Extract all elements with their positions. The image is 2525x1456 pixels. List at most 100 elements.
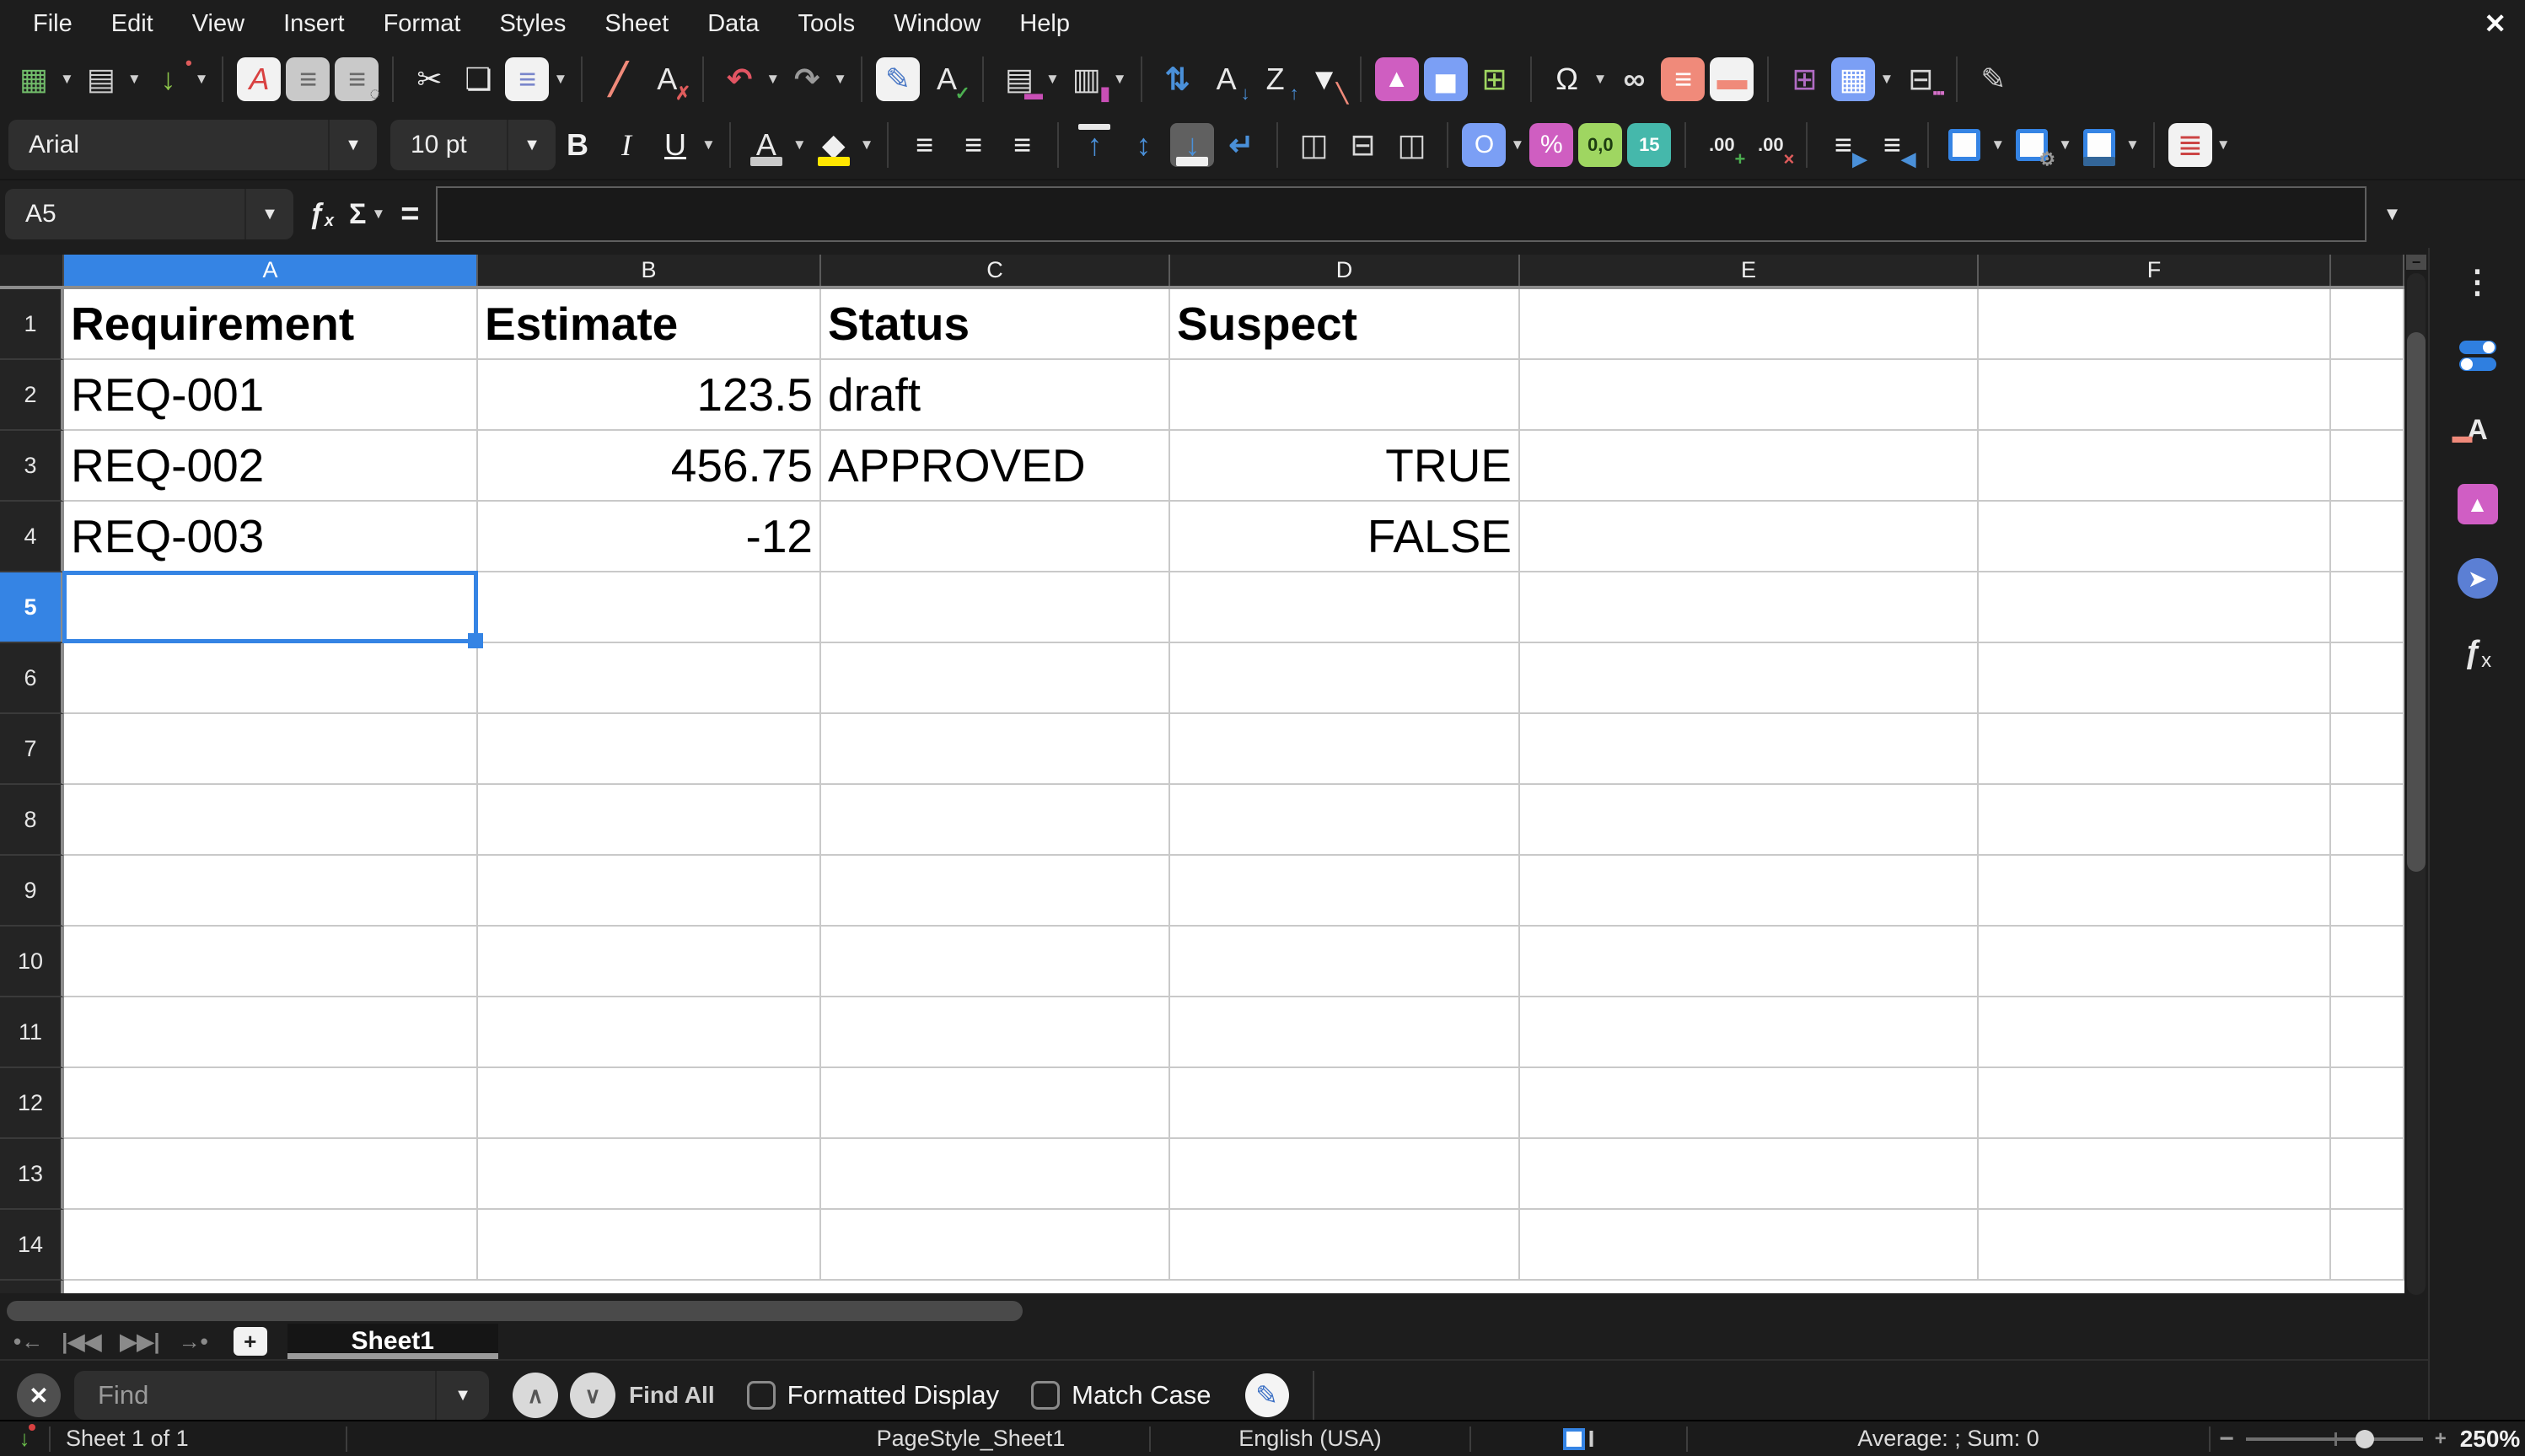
italic-icon[interactable]: I (604, 123, 648, 167)
language-status[interactable]: English (USA) (1238, 1426, 1382, 1452)
cell-D11[interactable] (1170, 997, 1520, 1068)
underline-dropdown-icon[interactable]: ▼ (701, 137, 716, 153)
cell-E11[interactable] (1520, 997, 1979, 1068)
cell-E1[interactable] (1520, 289, 1979, 360)
cell-B5[interactable] (478, 572, 821, 643)
find-option-formatted-display[interactable]: Formatted Display (747, 1380, 1000, 1410)
underline-icon[interactable]: U (653, 123, 697, 167)
cell-F1[interactable] (1979, 289, 2331, 360)
cell-F11[interactable] (1979, 997, 2331, 1068)
cell-C10[interactable] (821, 927, 1170, 997)
select-all-corner[interactable] (0, 255, 64, 286)
column-header-f[interactable]: F (1979, 255, 2331, 286)
menu-format[interactable]: Format (364, 0, 481, 47)
clone-formatting-icon[interactable]: ╱ (596, 57, 640, 101)
font-name-dropdown-icon[interactable]: ▼ (330, 136, 377, 155)
highlighting-color-icon[interactable]: ◆ (812, 123, 856, 167)
last-sheet-icon[interactable]: →• (174, 1329, 213, 1355)
cell-B2[interactable]: 123.5 (478, 360, 821, 431)
cell-C14[interactable] (821, 1210, 1170, 1281)
copy-icon[interactable]: ❏ (456, 57, 500, 101)
currency-format-icon[interactable]: O (1462, 123, 1506, 167)
find-input[interactable]: Find ▼ (74, 1371, 489, 1420)
cell-D4[interactable]: FALSE (1170, 502, 1520, 572)
align-bottom-icon[interactable]: ↓ (1170, 123, 1214, 167)
name-box-dropdown-icon[interactable]: ▼ (246, 205, 293, 224)
horizontal-scrollbar-thumb[interactable] (7, 1301, 1023, 1321)
cell-E14[interactable] (1520, 1210, 1979, 1281)
row-header-12[interactable]: 12 (0, 1068, 64, 1139)
column-header-b[interactable]: B (478, 255, 821, 286)
spelling-icon[interactable]: A✓ (925, 57, 969, 101)
cell-F12[interactable] (1979, 1068, 2331, 1139)
cell-B4[interactable]: -12 (478, 502, 821, 572)
cell-D3[interactable]: TRUE (1170, 431, 1520, 502)
functions-icon[interactable]: ƒx (2458, 632, 2498, 673)
merge-center-cells-icon[interactable]: ◫ (1292, 123, 1335, 167)
insert-pivot-table-icon[interactable]: ⊞ (1473, 57, 1517, 101)
export-pdf-icon[interactable]: A (237, 57, 281, 101)
center-vertically-icon[interactable]: ↕ (1121, 123, 1165, 167)
cell-A4[interactable]: REQ-003 (64, 502, 478, 572)
cell-F4[interactable] (1979, 502, 2331, 572)
insert-comment-icon[interactable]: ≡ (1661, 57, 1705, 101)
menu-sheet[interactable]: Sheet (585, 0, 688, 47)
cell-C13[interactable] (821, 1139, 1170, 1210)
checkbox-icon[interactable] (1031, 1381, 1060, 1410)
zoom-in-icon[interactable]: + (2435, 1427, 2447, 1451)
cell-E10[interactable] (1520, 927, 1979, 997)
special-character-icon[interactable]: Ω (1545, 57, 1589, 101)
formula-icon[interactable]: = (400, 196, 419, 233)
cell-G4[interactable] (2331, 502, 2404, 572)
vertical-scrollbar-thumb[interactable] (2407, 332, 2426, 872)
row-header-9[interactable]: 9 (0, 856, 64, 927)
cell-G11[interactable] (2331, 997, 2404, 1068)
cell-G3[interactable] (2331, 431, 2404, 502)
menu-styles[interactable]: Styles (480, 0, 585, 47)
cell-F13[interactable] (1979, 1139, 2331, 1210)
sort-icon[interactable]: ⇅ (1156, 57, 1200, 101)
cell-G6[interactable] (2331, 643, 2404, 714)
close-window-icon[interactable]: ✕ (2484, 0, 2506, 47)
cell-F6[interactable] (1979, 643, 2331, 714)
properties-icon[interactable] (2458, 336, 2498, 376)
cell-F2[interactable] (1979, 360, 2331, 431)
align-left-icon[interactable]: ≡ (902, 123, 946, 167)
redo-icon[interactable]: ↷ (785, 57, 829, 101)
navigator-icon[interactable]: ➤ (2458, 558, 2498, 599)
function-wizard-icon[interactable]: ƒx (309, 198, 334, 231)
cell-F8[interactable] (1979, 785, 2331, 856)
redo-dropdown-icon[interactable]: ▼ (833, 71, 847, 88)
cell-G9[interactable] (2331, 856, 2404, 927)
cell-G12[interactable] (2331, 1068, 2404, 1139)
merge-cells-icon[interactable]: ⊟ (1340, 123, 1384, 167)
cell-A12[interactable] (64, 1068, 478, 1139)
row-header-2[interactable]: 2 (0, 360, 64, 431)
cell-B10[interactable] (478, 927, 821, 997)
undo-dropdown-icon[interactable]: ▼ (766, 71, 780, 88)
undo-icon[interactable]: ↶ (717, 57, 761, 101)
cell-F9[interactable] (1979, 856, 2331, 927)
decrease-indent-icon[interactable]: ≡◀ (1870, 123, 1914, 167)
cell-F5[interactable] (1979, 572, 2331, 643)
checkbox-icon[interactable] (747, 1381, 776, 1410)
column-header-a[interactable]: A (64, 255, 478, 286)
split-handle[interactable]: − (2406, 255, 2426, 270)
cell-B7[interactable] (478, 714, 821, 785)
cell-G13[interactable] (2331, 1139, 2404, 1210)
cell-F14[interactable] (1979, 1210, 2331, 1281)
bold-icon[interactable]: B (556, 123, 599, 167)
conditional-formatting-icon[interactable]: ≣ (2168, 123, 2212, 167)
show-draw-functions-icon[interactable]: ✎ (1971, 57, 2015, 101)
new-document-icon[interactable]: ▦ (12, 57, 56, 101)
horizontal-scrollbar[interactable] (0, 1298, 2428, 1324)
sort-descending-icon[interactable]: Z↑ (1254, 57, 1297, 101)
currency-format-dropdown-icon[interactable]: ▼ (1510, 137, 1524, 153)
cell-D9[interactable] (1170, 856, 1520, 927)
font-size-dropdown-icon[interactable]: ▼ (508, 136, 556, 155)
cell-B13[interactable] (478, 1139, 821, 1210)
page-style[interactable]: PageStyle_Sheet1 (877, 1426, 1066, 1452)
vertical-scrollbar[interactable]: − (2404, 255, 2428, 1298)
cell-D12[interactable] (1170, 1068, 1520, 1139)
find-next-icon[interactable]: ∨ (570, 1373, 615, 1418)
